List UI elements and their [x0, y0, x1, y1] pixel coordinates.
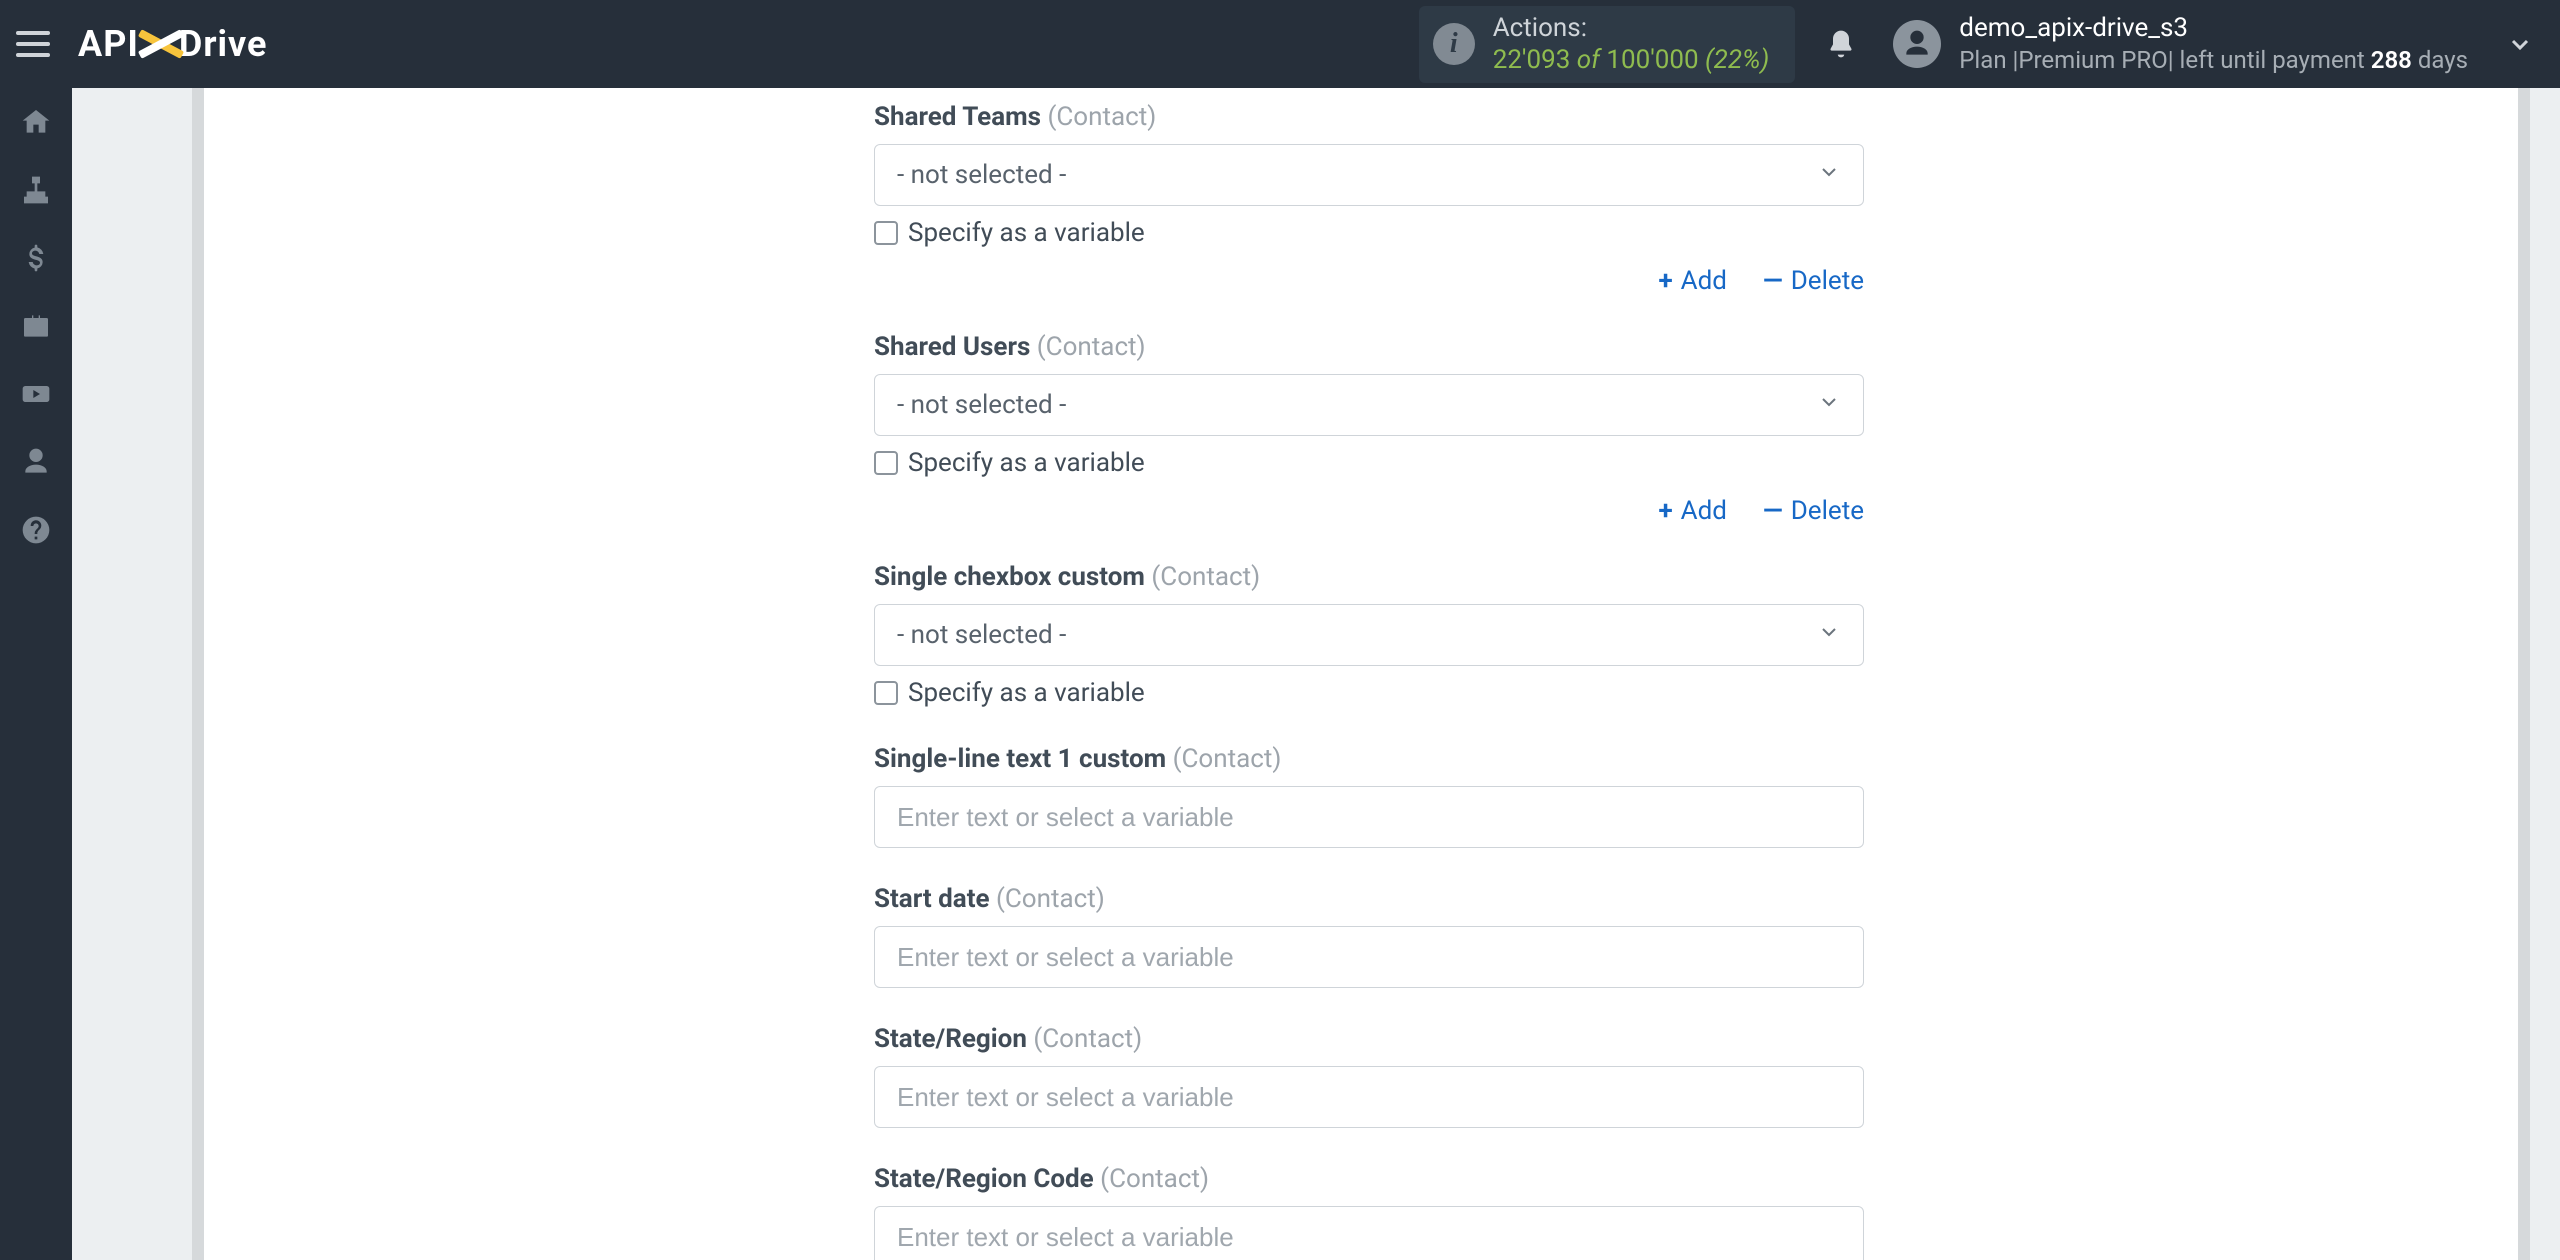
label-text: Shared Teams	[874, 102, 1041, 132]
field-shared-teams: Shared Teams (Contact) - not selected - …	[874, 102, 1864, 296]
user-plan-prefix: Plan |Premium PRO| left until payment	[1959, 46, 2370, 74]
nav-connections-icon[interactable]	[0, 156, 72, 224]
select-shared-users[interactable]: - not selected -	[874, 374, 1864, 436]
input-single-line-1[interactable]	[874, 786, 1864, 848]
input-state-region[interactable]	[874, 1066, 1864, 1128]
page-shadow-left	[192, 88, 204, 1260]
checkbox-label: Specify as a variable	[908, 448, 1145, 478]
work-area: Shared Teams (Contact) - not selected - …	[72, 88, 2560, 1260]
delete-button[interactable]: — Delete	[1763, 496, 1864, 526]
page-shadow-right	[2518, 88, 2530, 1260]
field-label: State/Region Code (Contact)	[874, 1164, 1864, 1194]
plus-icon: +	[1658, 266, 1672, 296]
checkbox-label: Specify as a variable	[908, 218, 1145, 248]
avatar[interactable]	[1893, 20, 1941, 68]
nav-billing-icon[interactable]	[0, 224, 72, 292]
logo-part-drive: Drive	[179, 23, 268, 65]
notifications-bell-icon[interactable]	[1825, 28, 1857, 60]
label-text: Start date	[874, 884, 990, 914]
specify-variable-checkbox[interactable]: Specify as a variable	[874, 448, 1864, 478]
select-value: - not selected -	[897, 160, 1817, 190]
logo-part-api: API	[78, 23, 139, 65]
add-button[interactable]: + Add	[1658, 496, 1726, 526]
minus-icon: —	[1763, 266, 1783, 296]
delete-label: Delete	[1791, 496, 1864, 526]
user-block[interactable]: demo_apix-drive_s3 Plan |Premium PRO| le…	[1959, 12, 2468, 77]
actions-used: 22'093	[1493, 45, 1571, 75]
field-state-region: State/Region (Contact)	[874, 1024, 1864, 1128]
label-hint: (Contact)	[1047, 102, 1156, 132]
label-text: State/Region Code	[874, 1164, 1094, 1194]
chevron-down-icon	[1817, 160, 1841, 191]
field-label: Shared Users (Contact)	[874, 332, 1864, 362]
info-icon: i	[1433, 23, 1475, 65]
field-shared-users: Shared Users (Contact) - not selected - …	[874, 332, 1864, 526]
specify-variable-checkbox[interactable]: Specify as a variable	[874, 218, 1864, 248]
field-single-checkbox: Single chexbox custom (Contact) - not se…	[874, 562, 1864, 708]
actions-title: Actions:	[1493, 12, 1770, 45]
menu-burger-icon[interactable]	[16, 31, 50, 57]
user-plan-days: 288	[2371, 46, 2412, 74]
chevron-down-icon	[1817, 620, 1841, 651]
delete-button[interactable]: — Delete	[1763, 266, 1864, 296]
top-bar: API Drive i Actions: 22'093 of 100'000 (…	[0, 0, 2560, 88]
user-plan: Plan |Premium PRO| left until payment 28…	[1959, 45, 2468, 76]
user-menu-chevron-icon[interactable]	[2508, 32, 2532, 56]
label-hint: (Contact)	[1037, 332, 1146, 362]
add-label: Add	[1681, 496, 1727, 526]
label-hint: (Contact)	[1151, 562, 1260, 592]
nav-home-icon[interactable]	[0, 88, 72, 156]
specify-variable-checkbox[interactable]: Specify as a variable	[874, 678, 1864, 708]
user-name: demo_apix-drive_s3	[1959, 12, 2468, 46]
nav-account-icon[interactable]	[0, 428, 72, 496]
logo[interactable]: API Drive	[78, 23, 267, 65]
select-single-checkbox[interactable]: - not selected -	[874, 604, 1864, 666]
page-card: Shared Teams (Contact) - not selected - …	[204, 88, 2518, 1260]
form-column: Shared Teams (Contact) - not selected - …	[874, 88, 1864, 1260]
label-hint: (Contact)	[996, 884, 1105, 914]
checkbox-box-icon	[874, 451, 898, 475]
logo-x-icon	[137, 23, 179, 65]
nav-projects-icon[interactable]	[0, 292, 72, 360]
field-start-date: Start date (Contact)	[874, 884, 1864, 988]
input-start-date[interactable]	[874, 926, 1864, 988]
select-shared-teams[interactable]: - not selected -	[874, 144, 1864, 206]
nav-video-icon[interactable]	[0, 360, 72, 428]
actions-counter-text: Actions: 22'093 of 100'000 (22%)	[1493, 12, 1770, 77]
field-label: State/Region (Contact)	[874, 1024, 1864, 1054]
field-label: Shared Teams (Contact)	[874, 102, 1864, 132]
field-label: Single-line text 1 custom (Contact)	[874, 744, 1864, 774]
add-delete-row: + Add — Delete	[874, 496, 1864, 526]
add-button[interactable]: + Add	[1658, 266, 1726, 296]
add-label: Add	[1681, 266, 1727, 296]
label-text: Shared Users	[874, 332, 1030, 362]
select-value: - not selected -	[897, 620, 1817, 650]
delete-label: Delete	[1791, 266, 1864, 296]
label-text: Single chexbox custom	[874, 562, 1145, 592]
select-value: - not selected -	[897, 390, 1817, 420]
label-hint: (Contact)	[1033, 1024, 1142, 1054]
checkbox-label: Specify as a variable	[908, 678, 1145, 708]
label-text: State/Region	[874, 1024, 1027, 1054]
label-hint: (Contact)	[1100, 1164, 1209, 1194]
chevron-down-icon	[1817, 390, 1841, 421]
plus-icon: +	[1658, 496, 1672, 526]
left-nav	[0, 88, 72, 1260]
label-hint: (Contact)	[1173, 744, 1282, 774]
field-label: Start date (Contact)	[874, 884, 1864, 914]
nav-help-icon[interactable]	[0, 496, 72, 564]
user-plan-days-word: days	[2412, 46, 2468, 74]
checkbox-box-icon	[874, 681, 898, 705]
label-text: Single-line text 1 custom	[874, 744, 1166, 774]
field-single-line-1: Single-line text 1 custom (Contact)	[874, 744, 1864, 848]
add-delete-row: + Add — Delete	[874, 266, 1864, 296]
field-label: Single chexbox custom (Contact)	[874, 562, 1864, 592]
input-state-region-code[interactable]	[874, 1206, 1864, 1260]
field-state-region-code: State/Region Code (Contact)	[874, 1164, 1864, 1260]
actions-counter[interactable]: i Actions: 22'093 of 100'000 (22%)	[1419, 6, 1796, 83]
checkbox-box-icon	[874, 221, 898, 245]
minus-icon: —	[1763, 496, 1783, 526]
